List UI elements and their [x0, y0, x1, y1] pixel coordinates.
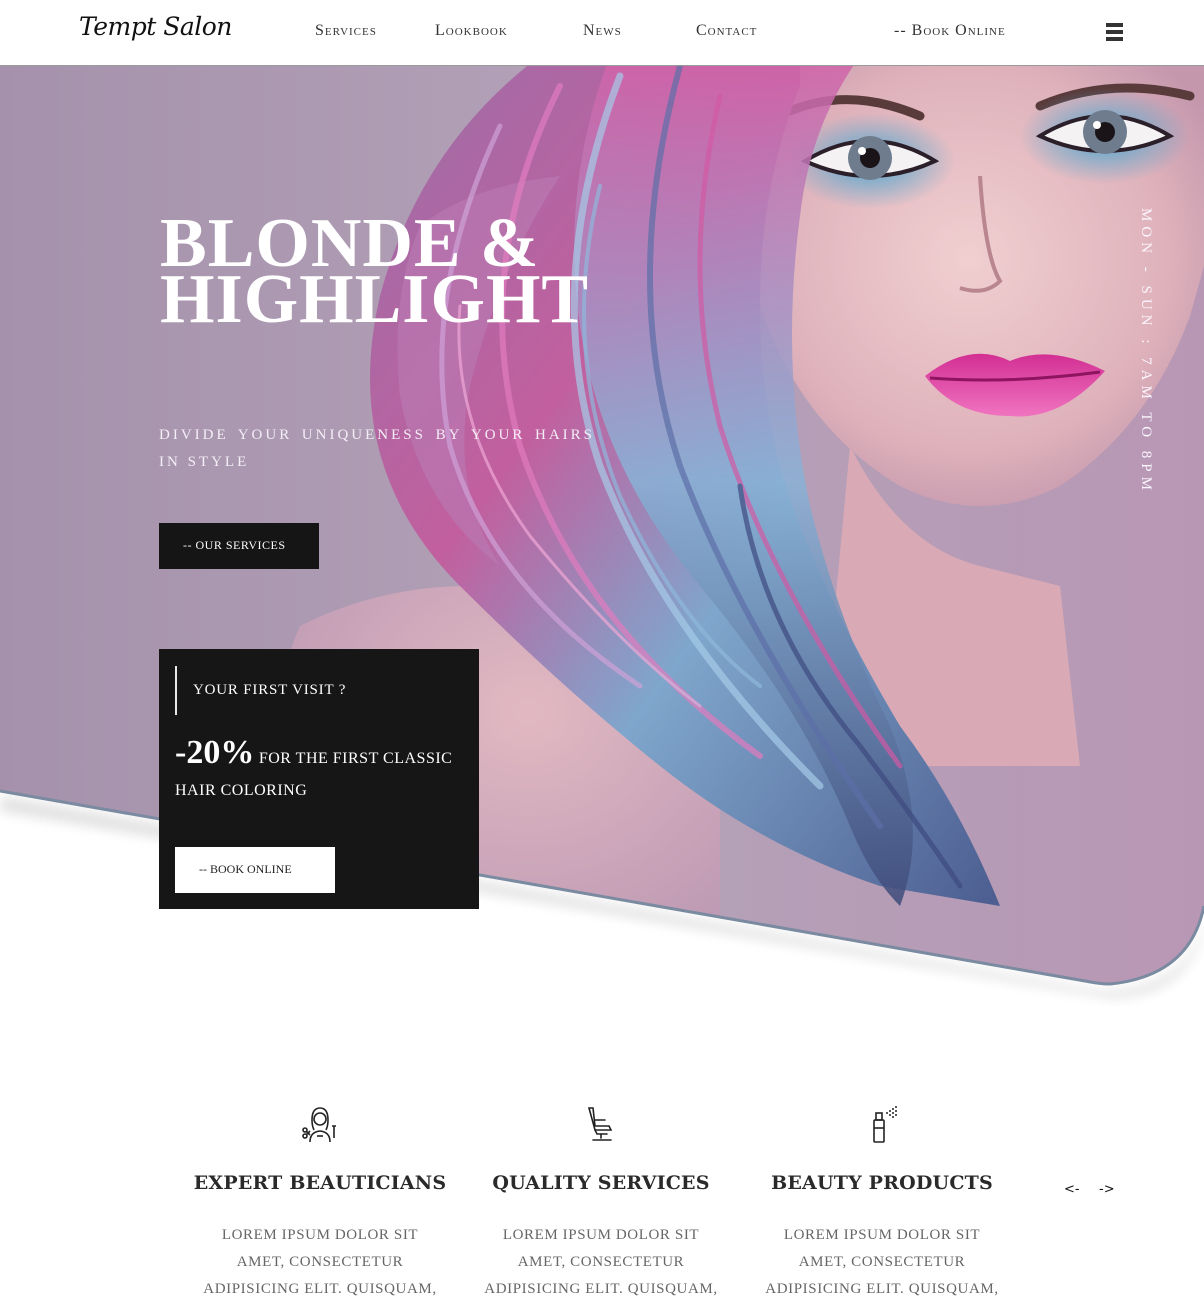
our-services-button[interactable]: -- Our Services	[159, 523, 319, 569]
salon-chair-icon	[587, 1107, 613, 1141]
first-visit-promo: Your First Visit ? -20% for the first cl…	[159, 649, 479, 909]
slider-prev-button[interactable]: <-	[1064, 1182, 1080, 1197]
nav-contact[interactable]: Contact	[696, 22, 757, 40]
promo-percent: -20%	[175, 734, 255, 771]
hero-section: BLONDE & HIGHLIGHT Divide your uniquenes…	[0, 66, 1204, 1006]
promo-book-online-button[interactable]: -- Book Online	[175, 847, 335, 893]
beautician-icon	[302, 1107, 336, 1143]
opening-hours: Mon - Sun : 7am to 8pm	[1138, 208, 1154, 495]
feature-quality-services: QUALITY SERVICES Lorem ipsum dolor sit a…	[461, 1104, 741, 1307]
feature-text: Lorem ipsum dolor sit amet, consectetur …	[203, 1227, 437, 1297]
top-navbar: Tempt Salon Services Lookbook News Conta…	[0, 0, 1204, 66]
hero-title: BLONDE & HIGHLIGHT	[160, 209, 680, 335]
hero-subtitle: Divide your uniqueness by your hairs in …	[159, 427, 595, 470]
feature-text: Lorem ipsum dolor sit amet, consectetur …	[765, 1227, 999, 1297]
menu-icon[interactable]	[1106, 23, 1123, 41]
feature-title: QUALITY SERVICES	[492, 1172, 710, 1194]
feature-title: EXPERT BEAUTICIANS	[193, 1172, 447, 1194]
promo-offer: -20% for the first classic hair coloring	[175, 734, 465, 807]
promo-accent-bar	[175, 666, 177, 715]
nav-services[interactable]: Services	[315, 22, 377, 40]
feature-beauty-products: BEAUTY PRODUCTS Lorem ipsum dolor sit am…	[742, 1104, 1022, 1307]
hero-title-line2: HIGHLIGHT	[160, 261, 590, 338]
slider-next-button[interactable]: ->	[1099, 1182, 1115, 1197]
brand-logo[interactable]: Tempt Salon	[79, 12, 232, 41]
nav-news[interactable]: News	[583, 22, 622, 40]
nav-lookbook[interactable]: Lookbook	[435, 22, 508, 40]
feature-text: Lorem ipsum dolor sit amet, consectetur …	[484, 1227, 718, 1297]
promo-heading: Your First Visit ?	[193, 682, 347, 698]
spray-bottle-icon	[873, 1106, 897, 1143]
nav-book-online[interactable]: -- Book Online	[894, 22, 1006, 40]
feature-expert-beauticians: EXPERT BEAUTICIANS Lorem ipsum dolor sit…	[180, 1104, 460, 1307]
feature-title: BEAUTY PRODUCTS	[771, 1172, 993, 1194]
